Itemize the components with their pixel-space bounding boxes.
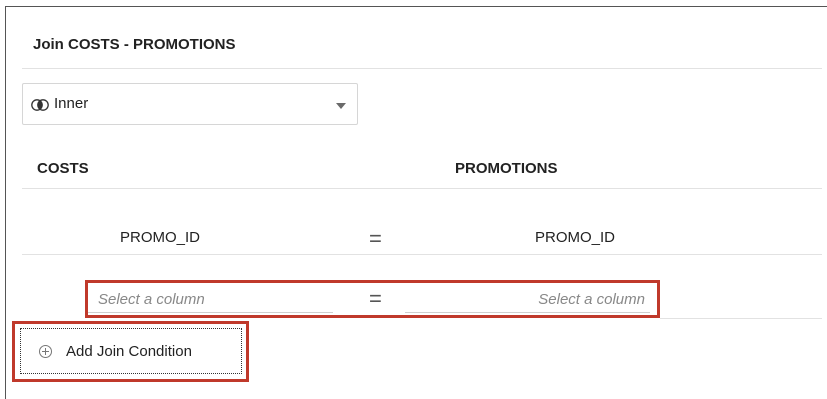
join-title: Join COSTS - PROMOTIONS [33, 36, 236, 53]
plus-circle-icon [39, 345, 52, 358]
chevron-down-icon [336, 103, 346, 109]
equals-operator: = [369, 226, 382, 251]
join-type-label: Inner [54, 95, 89, 112]
right-table-header: PROMOTIONS [455, 160, 558, 177]
condition-divider [22, 254, 822, 255]
condition-divider-2 [660, 318, 822, 319]
left-column-value[interactable]: PROMO_ID [120, 229, 200, 246]
add-join-condition-label: Add Join Condition [66, 343, 192, 360]
left-table-header: COSTS [37, 160, 89, 177]
add-join-condition-button[interactable]: Add Join Condition [20, 328, 242, 374]
header-divider [22, 188, 822, 189]
venn-inner-join-icon [31, 99, 49, 111]
new-condition-highlight [85, 280, 660, 318]
join-type-dropdown[interactable]: Inner [22, 83, 358, 125]
right-column-value[interactable]: PROMO_ID [535, 229, 615, 246]
title-divider [22, 68, 822, 69]
